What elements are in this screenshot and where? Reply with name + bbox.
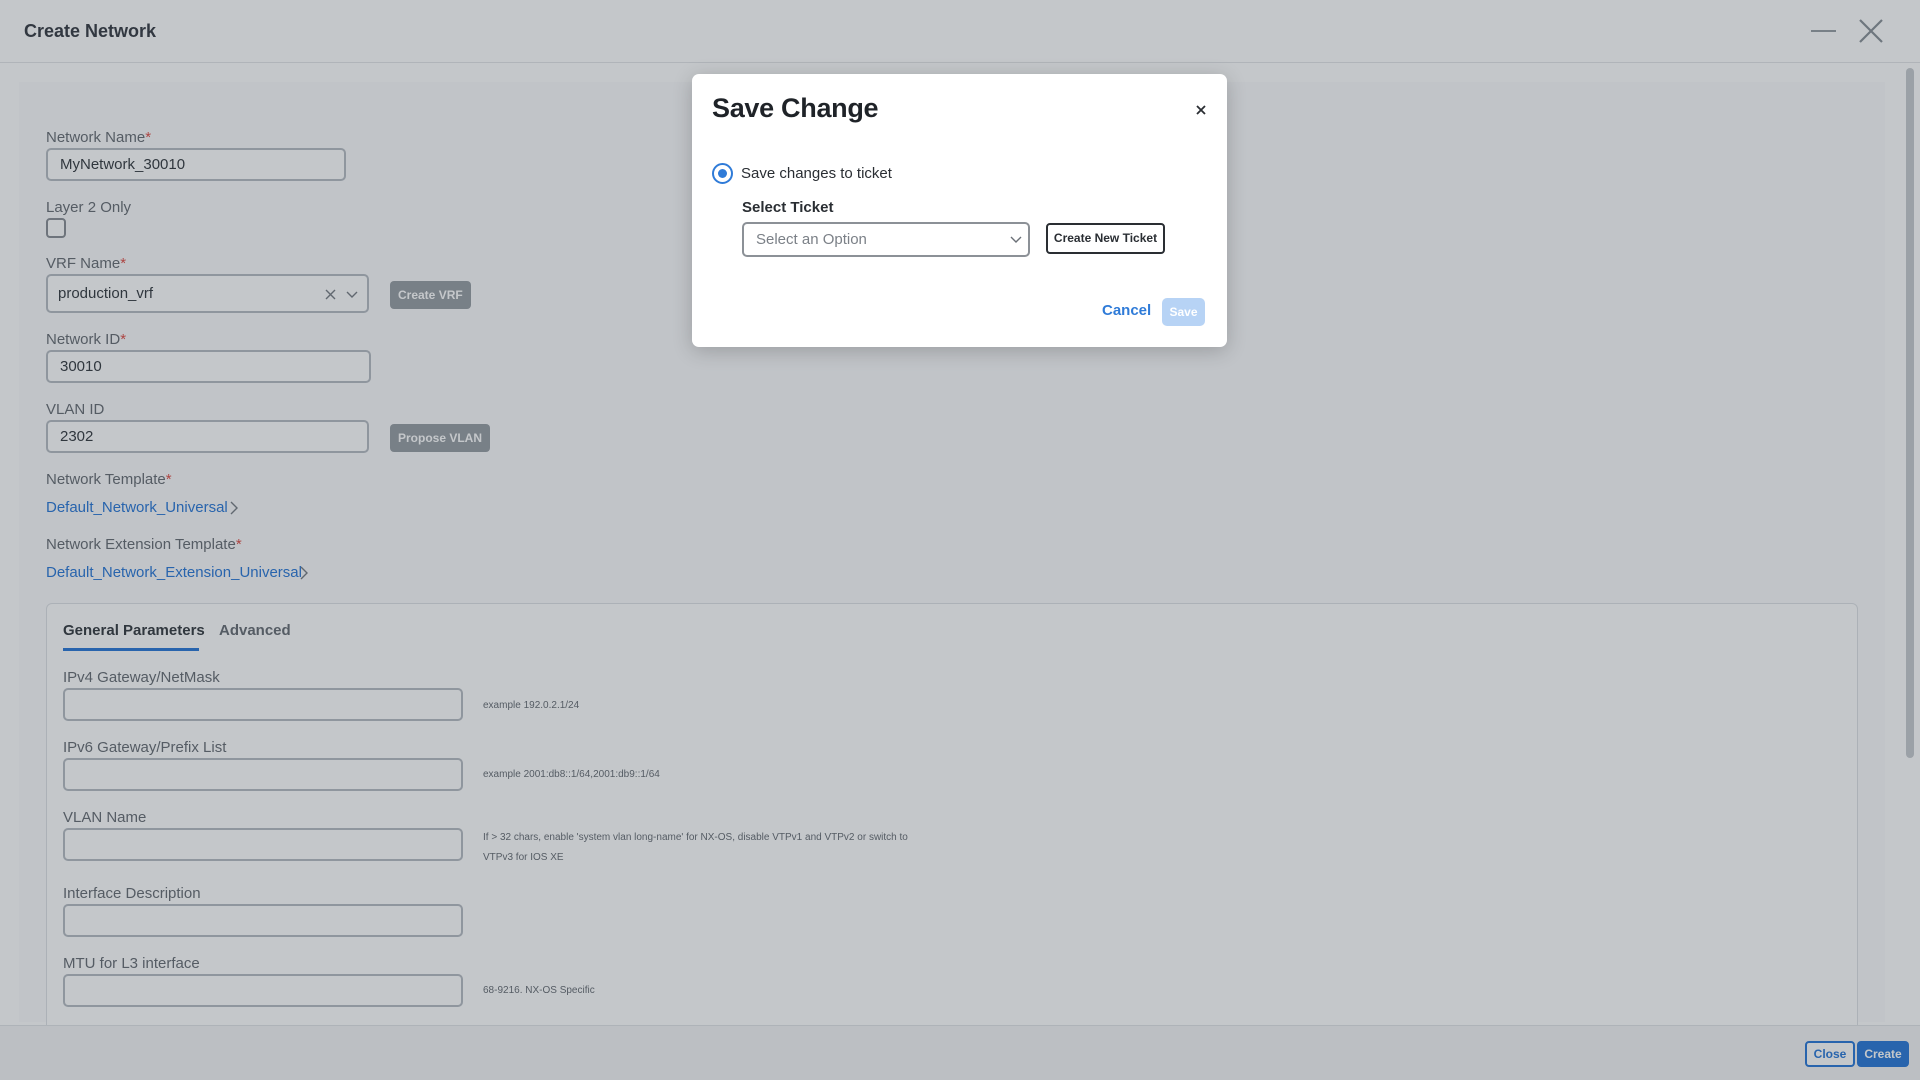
save-to-ticket-radio[interactable] bbox=[712, 163, 733, 184]
select-ticket-label: Select Ticket bbox=[742, 199, 834, 216]
close-icon[interactable] bbox=[1194, 103, 1208, 117]
save-button[interactable]: Save bbox=[1162, 298, 1205, 326]
chevron-down-icon bbox=[1010, 236, 1022, 243]
create-new-ticket-button[interactable]: Create New Ticket bbox=[1046, 223, 1165, 254]
dialog-title: Save Change bbox=[712, 93, 879, 123]
ticket-select-placeholder: Select an Option bbox=[756, 231, 867, 248]
ticket-select[interactable]: Select an Option bbox=[742, 222, 1030, 257]
radio-selected-icon bbox=[718, 169, 727, 178]
save-to-ticket-label: Save changes to ticket bbox=[741, 165, 892, 182]
save-change-dialog: Save Change Save changes to ticket Selec… bbox=[692, 74, 1227, 347]
cancel-button[interactable]: Cancel bbox=[1102, 302, 1151, 320]
